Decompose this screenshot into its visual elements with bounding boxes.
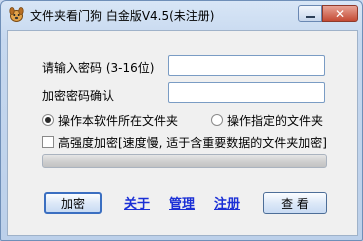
register-link[interactable]: 注册 <box>214 193 240 212</box>
window-title: 文件夹看门狗 白金版V4.5(未注册) <box>30 9 215 23</box>
progress-bar <box>42 154 327 168</box>
client-area: 请输入密码 (3-16位) 加密密码确认 操作本软件所在文件夹 操作指定的文件夹… <box>7 30 358 236</box>
encrypt-button[interactable]: 加密 <box>44 192 102 214</box>
about-link[interactable]: 关于 <box>124 193 150 212</box>
view-button-label: 查 看 <box>281 196 309 211</box>
view-button[interactable]: 查 看 <box>263 192 327 214</box>
radio-own-folder-label[interactable]: 操作本软件所在文件夹 <box>58 112 178 129</box>
password-input[interactable] <box>168 55 325 76</box>
dog-icon <box>8 6 25 23</box>
radio-specified-folder[interactable] <box>211 114 223 126</box>
app-window: 文件夹看门狗 白金版V4.5(未注册) ✕ 请输入密码 (3-16位) 加密密码… <box>0 0 363 241</box>
radio-specified-folder-label[interactable]: 操作指定的文件夹 <box>227 112 323 129</box>
encrypt-button-label: 加密 <box>60 196 85 211</box>
password-label: 请输入密码 (3-16位) <box>42 61 155 75</box>
close-icon: ✕ <box>334 6 346 21</box>
confirm-password-input[interactable] <box>168 82 325 103</box>
high-strength-label[interactable]: 高强度加密[速度慢, 适于含重要数据的文件夹加密] <box>58 134 327 151</box>
minimize-icon <box>305 15 315 18</box>
radio-own-folder[interactable] <box>42 114 54 126</box>
minimize-button[interactable] <box>298 5 322 22</box>
manage-link[interactable]: 管理 <box>169 193 195 212</box>
high-strength-checkbox[interactable] <box>42 136 54 148</box>
confirm-password-label: 加密密码确认 <box>42 89 115 103</box>
close-button[interactable]: ✕ <box>322 5 358 22</box>
title-bar[interactable]: 文件夹看门狗 白金版V4.5(未注册) ✕ <box>1 1 362 29</box>
